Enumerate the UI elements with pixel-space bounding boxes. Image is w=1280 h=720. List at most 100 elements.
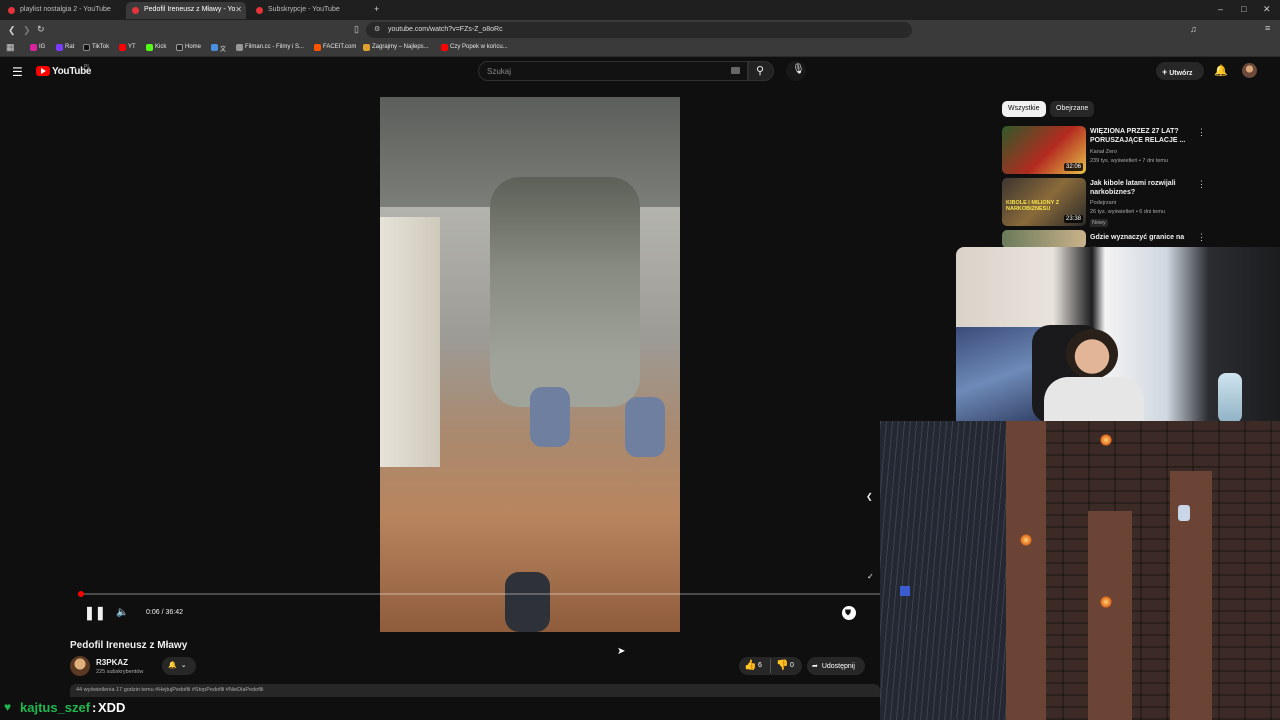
menu-icon[interactable]: ≡ [1265,23,1270,33]
voice-search-button[interactable]: 🎙 [786,61,806,81]
torch-icon [1100,596,1112,608]
recommendation-thumbnail[interactable]: 32:06 [1002,126,1086,174]
faceit-icon [314,44,321,51]
more-options-icon[interactable]: ⋮ [1197,232,1206,243]
adblock-shield-icon[interactable]: ⛊ [842,606,856,620]
progress-bar[interactable] [78,593,880,595]
bookmark-item[interactable]: IG [30,44,45,51]
kick-icon [146,44,153,51]
chevron-left-icon[interactable]: ❮ [866,492,873,501]
more-options-icon[interactable]: ⋮ [1197,127,1206,138]
recommendation-channel[interactable]: Kanał Zero [1090,149,1117,155]
bookmark-item[interactable]: Rat [56,44,74,51]
share-button[interactable]: ➦ Udostępnij [807,657,865,675]
account-avatar[interactable] [1242,63,1257,78]
game-rain-area [880,421,1006,720]
site-info-icon[interactable]: ⚙ [374,25,380,33]
dislike-count: 0 [790,662,794,669]
bookmark-item[interactable]: 文 [211,44,226,53]
recommendation-thumbnail[interactable]: KIBOLE I MILIONY Z NARKOBIZNESU 23:38 [1002,178,1086,226]
channel-avatar[interactable] [70,656,90,676]
create-button[interactable]: + Utwórz [1156,62,1204,80]
checkmark-icon[interactable]: ✓ [867,572,874,581]
bookmark-item[interactable]: FACEIT.com [314,44,356,51]
new-tab-button[interactable]: + [374,4,379,14]
like-count: 6 [758,662,762,669]
bookmark-icon[interactable]: ▯ [354,24,359,35]
chat-separator: : [92,700,97,715]
stream-chat-overlay: ♥ kajtus_szef : XDD [0,697,880,720]
progress-scrubber[interactable] [78,591,84,597]
game-wall [1088,511,1132,720]
webcam-head [1066,329,1118,379]
thumbs-down-icon[interactable]: 👎 [776,660,788,671]
video-title: Pedofil Ireneusz z Mławy [70,640,188,651]
game-wall [1006,421,1046,720]
pause-button[interactable]: ❚❚ [84,605,106,621]
extensions-icon[interactable]: ♫ [1190,24,1197,34]
reload-icon[interactable]: ↻ [37,24,45,35]
youtube-favicon-icon [132,7,139,14]
video-frame-figure [490,177,640,407]
bookmark-item[interactable]: Home [176,44,201,51]
recommendation-channel[interactable]: Podejrzani [1090,200,1116,206]
recommendation-thumbnail[interactable] [1002,230,1086,248]
channel-name[interactable]: R3PKAZ [96,658,128,667]
youtube-icon [119,44,126,51]
bookmark-item[interactable]: TikTok [83,44,109,51]
youtube-favicon-icon [256,7,263,14]
chevron-down-icon: ⌄ [180,662,187,669]
chip-watched[interactable]: Obejrzane [1050,101,1095,117]
recommendation-title[interactable]: Jak kibole latami rozwijali narkobiznes? [1090,179,1190,197]
bookmark-item[interactable]: Zagrajmy – Najleps... [363,44,429,51]
apps-grid-icon[interactable]: ▦ [6,42,15,53]
youtube-play-icon [36,66,50,76]
youtube-logo[interactable]: YouTube PL [36,64,96,78]
thumbs-up-icon[interactable]: 👍 [744,660,756,671]
keyboard-icon[interactable] [731,67,740,74]
game-overlay [880,421,1280,720]
notifications-bell-icon[interactable]: 🔔 [1214,64,1228,77]
video-player[interactable] [380,97,680,632]
search-button[interactable]: ⚲ [748,61,774,81]
forward-icon[interactable]: ❯ [23,25,31,36]
x-icon [176,44,183,51]
game-player-character [1178,505,1190,521]
recommendation-title[interactable]: WIĘZIONA PRZEZ 27 LAT? PORUSZAJĄCE RELAC… [1090,127,1190,145]
video-frame-shoe [625,397,665,457]
globe-icon [236,44,243,51]
webcam-shirt [1044,377,1144,423]
heart-icon: ♥ [4,700,12,714]
close-tab-icon[interactable]: ✕ [235,5,242,14]
description-box[interactable]: 44 wyświetlenia 17 godzin temu #HejtujPe… [70,684,880,698]
subscription-bell-button[interactable]: 🔔 ⌄ [162,657,196,675]
maximize-icon[interactable]: □ [1241,4,1246,14]
browser-tab[interactable]: playlist nostalgia 2 - YouTube [2,2,122,19]
torch-icon [1100,434,1112,446]
url-field[interactable]: ⚙ youtube.com/watch?v=FZs-Z_o8oRc [366,22,912,38]
bookmark-item[interactable]: Kick [146,44,166,51]
volume-icon[interactable]: 🔈 [116,607,128,618]
bookmark-item[interactable]: Czy Popek w końcu... [441,44,508,51]
bookmark-item[interactable]: Filman.cc - Filmy i S... [236,44,304,51]
minimize-icon[interactable]: – [1218,4,1223,14]
chip-all[interactable]: Wszystkie [1002,101,1046,117]
close-window-icon[interactable]: ✕ [1263,4,1271,15]
microphone-icon: 🎙 [792,64,805,75]
search-input[interactable]: Szukaj [478,61,748,81]
share-icon: ➦ [812,663,818,670]
chat-username: kajtus_szef [20,700,91,715]
recommendation-meta: 239 tys. wyświetleń • 7 dni temu [1090,158,1169,164]
search-icon: ⚲ [756,65,765,77]
back-icon[interactable]: ❮ [8,25,16,36]
thumbnail-caption: KIBOLE I MILIONY Z NARKOBIZNESU [1006,200,1060,212]
youtube-icon [441,44,448,51]
browser-tab-active[interactable]: Pedofil Ireneusz z Mławy - Yo ✕ [126,2,246,19]
video-frame-shoe [505,572,550,632]
game-enemy-sprite [900,586,910,596]
more-options-icon[interactable]: ⋮ [1197,179,1206,190]
browser-tab[interactable]: Subskrypcje - YouTube [250,2,370,19]
bookmark-item[interactable]: YT [119,44,136,51]
translate-icon [211,44,218,51]
hamburger-menu-icon[interactable]: ☰ [12,65,23,79]
